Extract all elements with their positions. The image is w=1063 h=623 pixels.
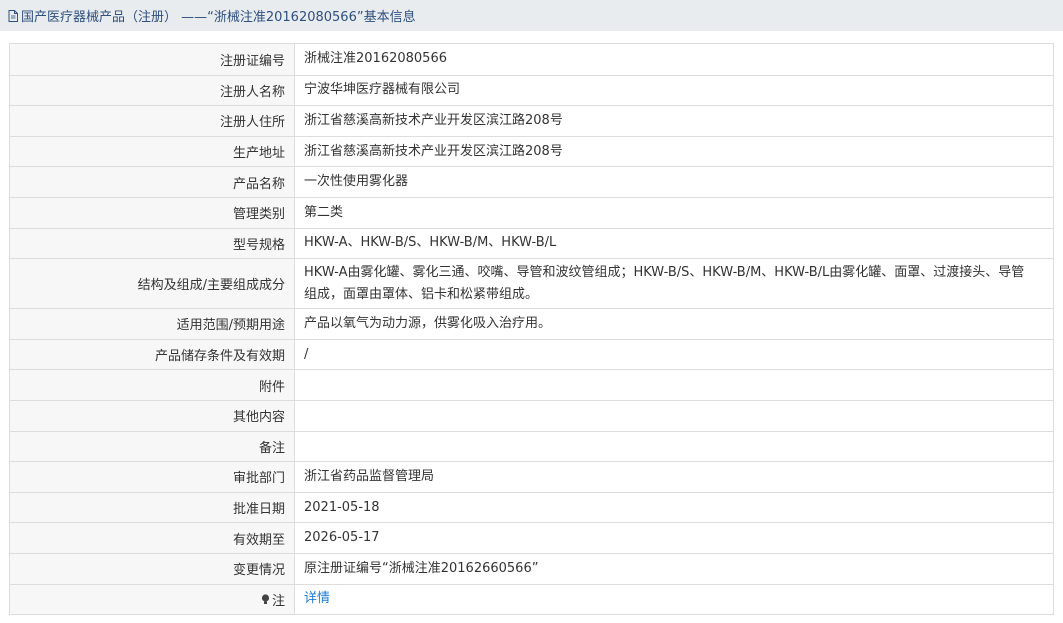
row-label: 结构及组成/主要组成成分 — [10, 259, 295, 309]
row-label: 型号规格 — [10, 228, 295, 259]
table-row: 产品名称 一次性使用雾化器 — [10, 166, 1053, 197]
table-row: 产品储存条件及有效期 / — [10, 338, 1053, 370]
row-value: 宁波华坤医疗器械有限公司 — [304, 82, 461, 98]
row-value: 2021-05-18 — [304, 499, 380, 515]
row-label: 生产地址 — [10, 136, 295, 167]
row-value: / — [304, 346, 309, 362]
table-row: 适用范围/预期用途 产品以氧气为动力源，供雾化吸入治疗用。 — [10, 308, 1053, 339]
document-icon — [8, 9, 18, 22]
row-label: 注册人住所 — [10, 106, 295, 136]
page-header: 国产医疗器械产品（注册） ——“浙械注准20162080566”基本信息 — [0, 0, 1063, 31]
note-label: 注 — [271, 593, 285, 609]
info-table: 注册证编号 浙械注准20162080566 注册人名称 宁波华坤医疗器械有限公司… — [9, 43, 1054, 616]
note-label-cell: 注 — [10, 584, 295, 615]
row-value: 产品以氧气为动力源，供雾化吸入治疗用。 — [304, 315, 552, 331]
row-value: 浙江省药品监督管理局 — [304, 468, 435, 484]
table-row: 变更情况 原注册证编号“浙械注准20162660566” — [10, 552, 1053, 584]
row-label: 批准日期 — [10, 492, 295, 523]
row-value: 浙江省慈溪高新技术产业开发区滨江路208号 — [304, 143, 563, 159]
table-row: 结构及组成/主要组成成分 HKW-A由雾化罐、雾化三通、咬嘴、导管和波纹管组成；… — [10, 258, 1053, 309]
row-label: 审批部门 — [10, 462, 295, 492]
table-row: 管理类别 第二类 — [10, 196, 1053, 228]
row-value: 浙械注准20162080566 — [304, 51, 447, 67]
table-row: 批准日期 2021-05-18 — [10, 491, 1053, 523]
row-label: 备注 — [10, 431, 295, 462]
row-value — [295, 370, 1053, 400]
row-label: 注册证编号 — [10, 44, 295, 75]
table-row: 其他内容 — [10, 399, 1053, 431]
row-value — [295, 432, 1053, 462]
row-value — [295, 401, 1053, 431]
note-row: 注 详情 — [10, 583, 1053, 615]
row-value: 一次性使用雾化器 — [304, 174, 409, 190]
row-label: 附件 — [10, 370, 295, 400]
row-label: 适用范围/预期用途 — [10, 309, 295, 339]
table-row: 备注 — [10, 430, 1053, 462]
lightbulb-icon — [261, 594, 270, 604]
row-value: 浙江省慈溪高新技术产业开发区滨江路208号 — [304, 112, 563, 128]
table-row: 注册人名称 宁波华坤医疗器械有限公司 — [10, 74, 1053, 106]
row-label: 管理类别 — [10, 197, 295, 228]
table-row: 有效期至 2026-05-17 — [10, 522, 1053, 553]
row-label: 变更情况 — [10, 553, 295, 584]
page-title: 国产医疗器械产品（注册） ——“浙械注准20162080566”基本信息 — [21, 10, 416, 25]
row-value: 第二类 — [304, 204, 344, 220]
table-row: 审批部门 浙江省药品监督管理局 — [10, 461, 1053, 492]
table-row: 附件 — [10, 369, 1053, 400]
row-value: 2026-05-17 — [304, 530, 380, 546]
table-row: 注册证编号 浙械注准20162080566 — [10, 44, 1053, 75]
row-label: 注册人名称 — [10, 75, 295, 106]
details-link[interactable]: 详情 — [304, 588, 330, 610]
note-value-cell: 详情 — [295, 585, 1053, 615]
table-row: 注册人住所 浙江省慈溪高新技术产业开发区滨江路208号 — [10, 105, 1053, 136]
row-label: 有效期至 — [10, 523, 295, 553]
row-label: 其他内容 — [10, 400, 295, 431]
row-value: HKW-A、HKW-B/S、HKW-B/M、HKW-B/L — [304, 235, 557, 251]
row-value: HKW-A由雾化罐、雾化三通、咬嘴、导管和波纹管组成；HKW-B/S、HKW-B… — [304, 264, 1025, 302]
row-label: 产品储存条件及有效期 — [10, 339, 295, 370]
table-row: 生产地址 浙江省慈溪高新技术产业开发区滨江路208号 — [10, 135, 1053, 167]
table-row: 型号规格 HKW-A、HKW-B/S、HKW-B/M、HKW-B/L — [10, 227, 1053, 259]
row-value: 原注册证编号“浙械注准20162660566” — [304, 560, 539, 576]
row-label: 产品名称 — [10, 167, 295, 197]
